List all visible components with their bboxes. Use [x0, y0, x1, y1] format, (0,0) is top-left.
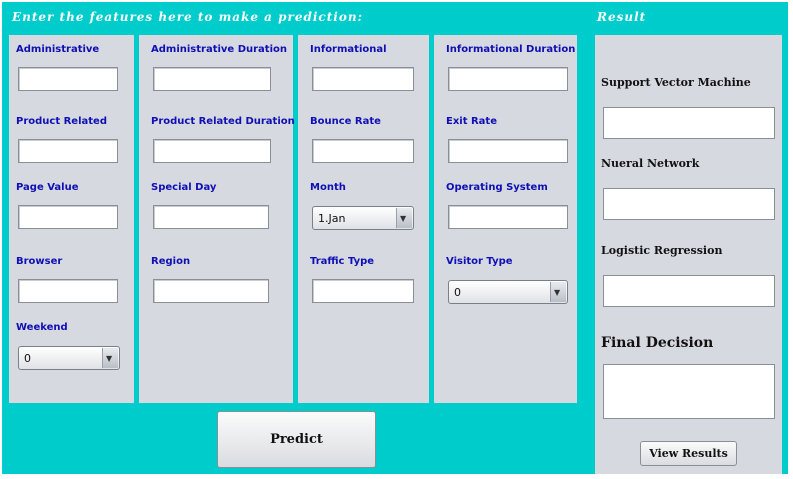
bounce-rate-input[interactable] [312, 139, 414, 163]
visitor-type-label: Visitor Type [446, 256, 513, 267]
visitor-type-selected-value: 0 [454, 286, 461, 299]
logistic-regression-output[interactable] [603, 275, 775, 307]
special-day-input[interactable] [153, 205, 269, 229]
visitor-type-select[interactable]: 0 ▼ [448, 280, 568, 304]
month-select[interactable]: 1.Jan ▼ [312, 206, 414, 230]
page-value-input[interactable] [18, 205, 118, 229]
product-related-input[interactable] [18, 139, 118, 163]
chevron-down-icon: ▼ [106, 354, 113, 363]
informational-duration-input[interactable] [448, 67, 568, 91]
weekend-dropdown-button[interactable]: ▼ [102, 348, 118, 368]
product-related-label: Product Related [16, 116, 107, 127]
operating-system-input[interactable] [448, 205, 568, 229]
informational-input[interactable] [312, 67, 414, 91]
final-decision-label: Final Decision [601, 335, 714, 351]
bounce-rate-label: Bounce Rate [310, 116, 381, 127]
month-selected-value: 1.Jan [318, 212, 346, 225]
weekend-selected-value: 0 [24, 352, 31, 365]
month-dropdown-button[interactable]: ▼ [396, 208, 412, 228]
product-related-duration-label: Product Related Duration [151, 116, 295, 127]
exit-rate-input[interactable] [448, 139, 568, 163]
final-decision-output[interactable] [603, 364, 775, 419]
neural-network-label: Nueral Network [601, 157, 700, 170]
neural-network-output[interactable] [603, 188, 775, 220]
administrative-input[interactable] [18, 67, 118, 91]
result-heading: Result [597, 10, 647, 24]
predict-button[interactable]: Predict [217, 411, 376, 468]
informational-duration-label: Informational Duration [446, 44, 576, 55]
view-results-button[interactable]: View Results [640, 441, 737, 466]
exit-rate-label: Exit Rate [446, 116, 497, 127]
product-related-duration-input[interactable] [153, 139, 271, 163]
browser-label: Browser [16, 256, 63, 267]
region-label: Region [151, 256, 191, 267]
weekend-select[interactable]: 0 ▼ [18, 346, 120, 370]
chevron-down-icon: ▼ [400, 214, 407, 223]
month-label: Month [310, 182, 346, 193]
form-heading: Enter the features here to make a predic… [12, 10, 363, 24]
administrative-label: Administrative [16, 44, 100, 55]
region-input[interactable] [153, 279, 269, 303]
administrative-duration-input[interactable] [153, 67, 271, 91]
traffic-type-input[interactable] [312, 279, 414, 303]
browser-input[interactable] [18, 279, 118, 303]
informational-label: Informational [310, 44, 387, 55]
visitor-type-dropdown-button[interactable]: ▼ [550, 282, 566, 302]
special-day-label: Special Day [151, 182, 217, 193]
traffic-type-label: Traffic Type [310, 256, 375, 267]
administrative-duration-label: Administrative Duration [151, 44, 287, 55]
chevron-down-icon: ▼ [554, 288, 561, 297]
weekend-label: Weekend [16, 322, 68, 333]
logistic-regression-label: Logistic Regression [601, 244, 723, 257]
operating-system-label: Operating System [446, 182, 548, 193]
svm-output[interactable] [603, 107, 775, 139]
svm-label: Support Vector Machine [601, 76, 751, 89]
page-value-label: Page Value [16, 182, 79, 193]
